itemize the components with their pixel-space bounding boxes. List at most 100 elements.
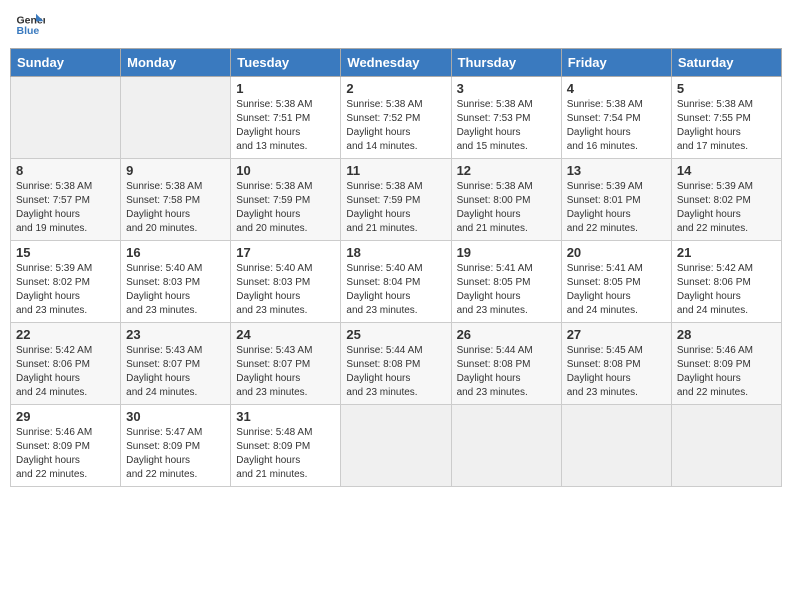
day-number: 17 bbox=[236, 245, 335, 260]
calendar-cell bbox=[121, 77, 231, 159]
day-number: 8 bbox=[16, 163, 115, 178]
day-info: Sunrise: 5:38 AMSunset: 7:59 PMDaylight … bbox=[346, 180, 445, 236]
day-number: 13 bbox=[567, 163, 666, 178]
calendar-week-row: 29 Sunrise: 5:46 AMSunset: 8:09 PMDaylig… bbox=[11, 405, 782, 487]
page-header: General Blue bbox=[10, 10, 782, 40]
day-number: 14 bbox=[677, 163, 776, 178]
day-info: Sunrise: 5:38 AMSunset: 7:59 PMDaylight … bbox=[236, 180, 335, 236]
day-number: 19 bbox=[457, 245, 556, 260]
logo: General Blue bbox=[15, 10, 45, 40]
calendar-cell: 10 Sunrise: 5:38 AMSunset: 7:59 PMDaylig… bbox=[231, 159, 341, 241]
day-number: 2 bbox=[346, 81, 445, 96]
day-number: 24 bbox=[236, 327, 335, 342]
calendar-cell: 4 Sunrise: 5:38 AMSunset: 7:54 PMDayligh… bbox=[561, 77, 671, 159]
day-info: Sunrise: 5:39 AMSunset: 8:01 PMDaylight … bbox=[567, 180, 666, 236]
day-number: 25 bbox=[346, 327, 445, 342]
day-info: Sunrise: 5:38 AMSunset: 8:00 PMDaylight … bbox=[457, 180, 556, 236]
calendar-cell: 26 Sunrise: 5:44 AMSunset: 8:08 PMDaylig… bbox=[451, 323, 561, 405]
day-info: Sunrise: 5:46 AMSunset: 8:09 PMDaylight … bbox=[677, 344, 776, 400]
day-number: 31 bbox=[236, 409, 335, 424]
day-info: Sunrise: 5:38 AMSunset: 7:53 PMDaylight … bbox=[457, 98, 556, 154]
day-info: Sunrise: 5:45 AMSunset: 8:08 PMDaylight … bbox=[567, 344, 666, 400]
calendar-cell: 22 Sunrise: 5:42 AMSunset: 8:06 PMDaylig… bbox=[11, 323, 121, 405]
calendar-cell: 20 Sunrise: 5:41 AMSunset: 8:05 PMDaylig… bbox=[561, 241, 671, 323]
day-number: 16 bbox=[126, 245, 225, 260]
calendar-cell: 18 Sunrise: 5:40 AMSunset: 8:04 PMDaylig… bbox=[341, 241, 451, 323]
day-number: 4 bbox=[567, 81, 666, 96]
day-number: 10 bbox=[236, 163, 335, 178]
day-info: Sunrise: 5:39 AMSunset: 8:02 PMDaylight … bbox=[16, 262, 115, 318]
day-number: 30 bbox=[126, 409, 225, 424]
calendar-cell: 23 Sunrise: 5:43 AMSunset: 8:07 PMDaylig… bbox=[121, 323, 231, 405]
day-number: 5 bbox=[677, 81, 776, 96]
day-info: Sunrise: 5:39 AMSunset: 8:02 PMDaylight … bbox=[677, 180, 776, 236]
day-info: Sunrise: 5:38 AMSunset: 7:52 PMDaylight … bbox=[346, 98, 445, 154]
weekday-header-sunday: Sunday bbox=[11, 49, 121, 77]
day-number: 9 bbox=[126, 163, 225, 178]
calendar-cell: 28 Sunrise: 5:46 AMSunset: 8:09 PMDaylig… bbox=[671, 323, 781, 405]
calendar-cell: 21 Sunrise: 5:42 AMSunset: 8:06 PMDaylig… bbox=[671, 241, 781, 323]
calendar-cell: 2 Sunrise: 5:38 AMSunset: 7:52 PMDayligh… bbox=[341, 77, 451, 159]
day-number: 23 bbox=[126, 327, 225, 342]
calendar-cell: 14 Sunrise: 5:39 AMSunset: 8:02 PMDaylig… bbox=[671, 159, 781, 241]
day-info: Sunrise: 5:40 AMSunset: 8:03 PMDaylight … bbox=[126, 262, 225, 318]
day-info: Sunrise: 5:41 AMSunset: 8:05 PMDaylight … bbox=[567, 262, 666, 318]
calendar-cell: 29 Sunrise: 5:46 AMSunset: 8:09 PMDaylig… bbox=[11, 405, 121, 487]
calendar-cell: 5 Sunrise: 5:38 AMSunset: 7:55 PMDayligh… bbox=[671, 77, 781, 159]
day-number: 21 bbox=[677, 245, 776, 260]
day-info: Sunrise: 5:40 AMSunset: 8:04 PMDaylight … bbox=[346, 262, 445, 318]
day-info: Sunrise: 5:43 AMSunset: 8:07 PMDaylight … bbox=[236, 344, 335, 400]
day-info: Sunrise: 5:44 AMSunset: 8:08 PMDaylight … bbox=[457, 344, 556, 400]
day-number: 3 bbox=[457, 81, 556, 96]
weekday-header-friday: Friday bbox=[561, 49, 671, 77]
day-info: Sunrise: 5:46 AMSunset: 8:09 PMDaylight … bbox=[16, 426, 115, 482]
weekday-header-wednesday: Wednesday bbox=[341, 49, 451, 77]
day-number: 15 bbox=[16, 245, 115, 260]
calendar-cell: 11 Sunrise: 5:38 AMSunset: 7:59 PMDaylig… bbox=[341, 159, 451, 241]
calendar-cell bbox=[341, 405, 451, 487]
svg-text:Blue: Blue bbox=[17, 25, 40, 37]
calendar-week-row: 8 Sunrise: 5:38 AMSunset: 7:57 PMDayligh… bbox=[11, 159, 782, 241]
day-info: Sunrise: 5:38 AMSunset: 7:51 PMDaylight … bbox=[236, 98, 335, 154]
calendar-week-row: 22 Sunrise: 5:42 AMSunset: 8:06 PMDaylig… bbox=[11, 323, 782, 405]
day-number: 27 bbox=[567, 327, 666, 342]
day-number: 11 bbox=[346, 163, 445, 178]
day-info: Sunrise: 5:44 AMSunset: 8:08 PMDaylight … bbox=[346, 344, 445, 400]
weekday-header-saturday: Saturday bbox=[671, 49, 781, 77]
calendar-week-row: 1 Sunrise: 5:38 AMSunset: 7:51 PMDayligh… bbox=[11, 77, 782, 159]
calendar-cell: 27 Sunrise: 5:45 AMSunset: 8:08 PMDaylig… bbox=[561, 323, 671, 405]
calendar-cell: 12 Sunrise: 5:38 AMSunset: 8:00 PMDaylig… bbox=[451, 159, 561, 241]
day-number: 22 bbox=[16, 327, 115, 342]
calendar-cell: 25 Sunrise: 5:44 AMSunset: 8:08 PMDaylig… bbox=[341, 323, 451, 405]
day-info: Sunrise: 5:38 AMSunset: 7:57 PMDaylight … bbox=[16, 180, 115, 236]
day-info: Sunrise: 5:38 AMSunset: 7:54 PMDaylight … bbox=[567, 98, 666, 154]
weekday-header-tuesday: Tuesday bbox=[231, 49, 341, 77]
day-info: Sunrise: 5:48 AMSunset: 8:09 PMDaylight … bbox=[236, 426, 335, 482]
day-info: Sunrise: 5:41 AMSunset: 8:05 PMDaylight … bbox=[457, 262, 556, 318]
calendar-cell: 19 Sunrise: 5:41 AMSunset: 8:05 PMDaylig… bbox=[451, 241, 561, 323]
calendar-cell bbox=[11, 77, 121, 159]
day-info: Sunrise: 5:43 AMSunset: 8:07 PMDaylight … bbox=[126, 344, 225, 400]
day-number: 28 bbox=[677, 327, 776, 342]
calendar-cell: 13 Sunrise: 5:39 AMSunset: 8:01 PMDaylig… bbox=[561, 159, 671, 241]
day-info: Sunrise: 5:38 AMSunset: 7:55 PMDaylight … bbox=[677, 98, 776, 154]
day-info: Sunrise: 5:40 AMSunset: 8:03 PMDaylight … bbox=[236, 262, 335, 318]
weekday-header-thursday: Thursday bbox=[451, 49, 561, 77]
calendar-cell: 9 Sunrise: 5:38 AMSunset: 7:58 PMDayligh… bbox=[121, 159, 231, 241]
calendar-cell bbox=[561, 405, 671, 487]
calendar-cell: 1 Sunrise: 5:38 AMSunset: 7:51 PMDayligh… bbox=[231, 77, 341, 159]
calendar-cell: 16 Sunrise: 5:40 AMSunset: 8:03 PMDaylig… bbox=[121, 241, 231, 323]
calendar-cell: 15 Sunrise: 5:39 AMSunset: 8:02 PMDaylig… bbox=[11, 241, 121, 323]
day-number: 26 bbox=[457, 327, 556, 342]
calendar-cell: 31 Sunrise: 5:48 AMSunset: 8:09 PMDaylig… bbox=[231, 405, 341, 487]
day-number: 20 bbox=[567, 245, 666, 260]
calendar-cell: 17 Sunrise: 5:40 AMSunset: 8:03 PMDaylig… bbox=[231, 241, 341, 323]
logo-icon: General Blue bbox=[15, 10, 45, 40]
day-number: 29 bbox=[16, 409, 115, 424]
day-number: 12 bbox=[457, 163, 556, 178]
calendar-cell: 3 Sunrise: 5:38 AMSunset: 7:53 PMDayligh… bbox=[451, 77, 561, 159]
calendar-cell bbox=[451, 405, 561, 487]
weekday-header-row: SundayMondayTuesdayWednesdayThursdayFrid… bbox=[11, 49, 782, 77]
day-info: Sunrise: 5:38 AMSunset: 7:58 PMDaylight … bbox=[126, 180, 225, 236]
day-info: Sunrise: 5:47 AMSunset: 8:09 PMDaylight … bbox=[126, 426, 225, 482]
